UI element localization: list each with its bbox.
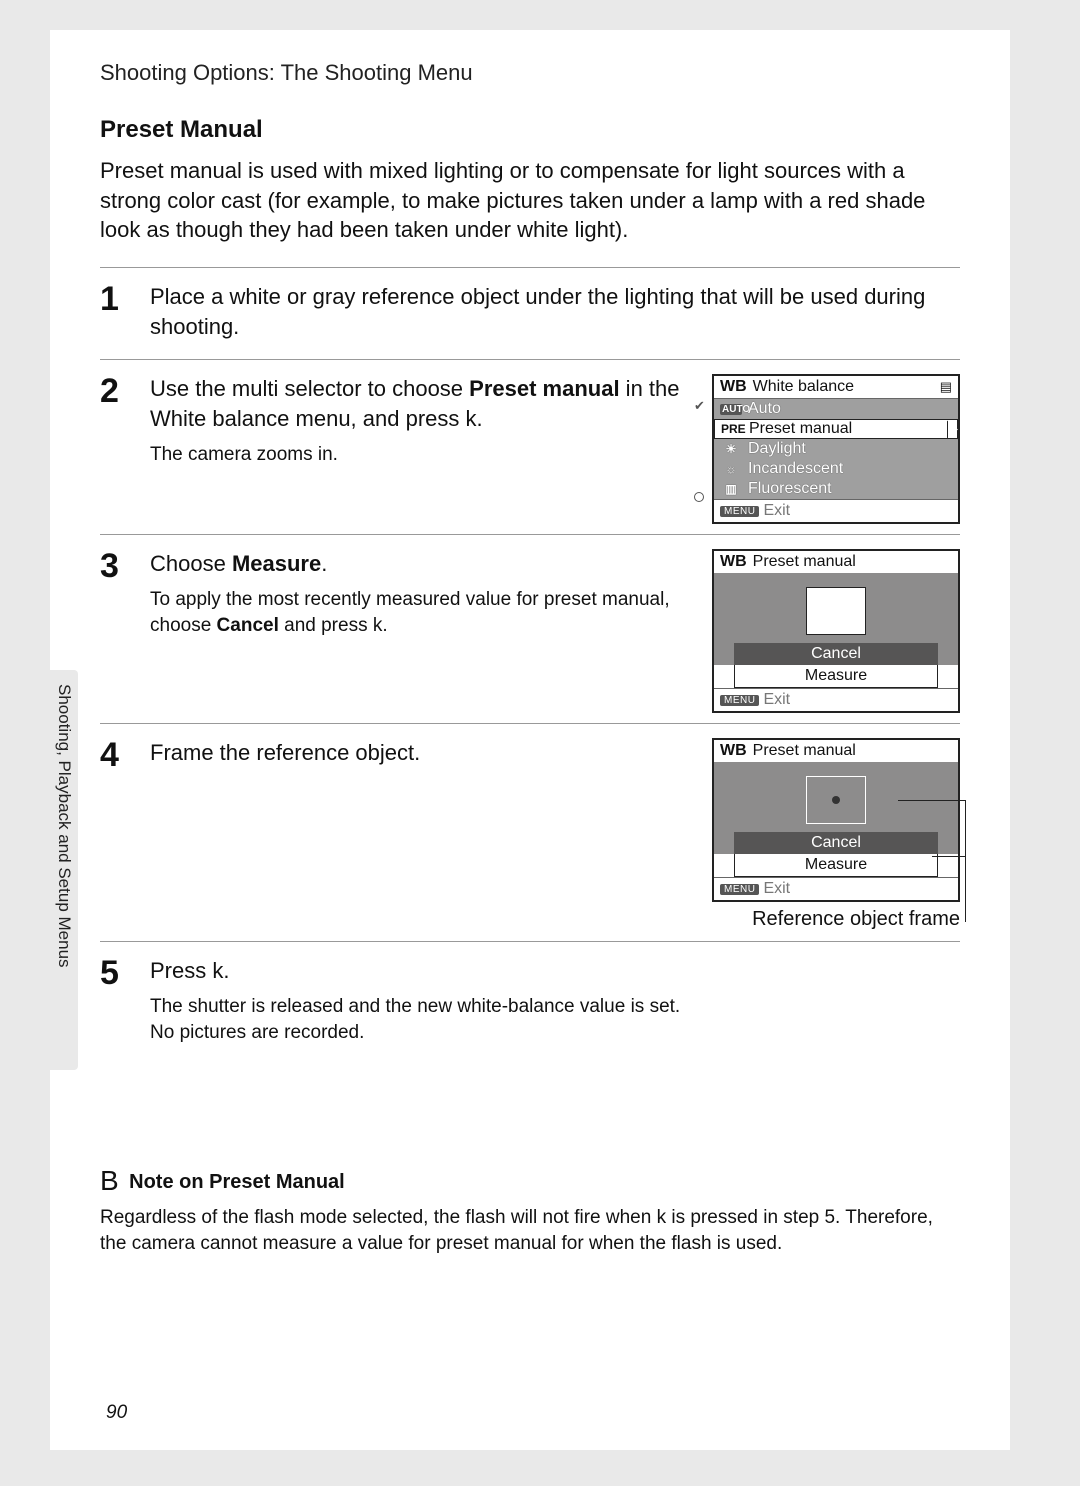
step-number: 5 xyxy=(100,956,134,990)
menu-item-incandescent[interactable]: ☼ Incandescent xyxy=(714,459,958,479)
step-note: To apply the most recently measured valu… xyxy=(150,587,698,638)
note-text: Regardless of the flash mode selected, t… xyxy=(100,1205,960,1256)
menu-item-daylight[interactable]: ☀ Daylight xyxy=(714,439,958,459)
step-text: Use the multi selector to choose xyxy=(150,376,469,401)
step-text-bold: Measure xyxy=(232,551,321,576)
step-text: Press xyxy=(150,958,212,983)
step-note-bold: Cancel xyxy=(217,615,279,636)
cancel-button[interactable]: Cancel xyxy=(734,643,938,665)
step-text-bold: Preset manual xyxy=(469,376,619,401)
intro-paragraph: Preset manual is used with mixed lightin… xyxy=(100,156,960,245)
step-title: Choose Measure. xyxy=(150,549,698,579)
wb-icon: WB xyxy=(720,378,747,396)
reference-frame-caption: Reference object frame xyxy=(712,908,960,931)
measure-button[interactable]: Measure xyxy=(734,854,938,877)
menu-item-label: Preset manual xyxy=(749,420,852,438)
ok-button-glyph: k xyxy=(373,615,383,636)
lcd-footer: MENU Exit xyxy=(714,499,958,522)
lcd-menu-list: AUTO Auto PRE Preset manual ☀ Daylight ☼ Inc… xyxy=(714,399,958,499)
wb-icon: WB xyxy=(720,742,747,760)
step-title: Press k. xyxy=(150,956,960,986)
scroll-indicator-icon xyxy=(694,492,704,502)
lcd-title: White balance xyxy=(753,378,854,396)
step-text: Choose xyxy=(150,551,232,576)
step-title: Use the multi selector to choose Preset … xyxy=(150,374,698,433)
step-note-text: and press xyxy=(279,615,373,636)
menu-item-auto[interactable]: AUTO Auto xyxy=(714,399,958,419)
lcd-header: WB Preset manual xyxy=(714,551,958,573)
lcd-reference-frame: WB Preset manual Cancel Measure xyxy=(712,738,960,902)
step-number: 1 xyxy=(100,282,134,316)
lcd-footer: MENU Exit xyxy=(714,877,958,900)
note-heading: Note on Preset Manual xyxy=(129,1171,345,1193)
step-number: 3 xyxy=(100,549,134,583)
section-heading: Preset Manual xyxy=(100,116,960,144)
step-title: Frame the reference object. xyxy=(150,738,698,768)
bulb-icon: ☼ xyxy=(720,462,742,476)
step-text: Place a white or gray reference object xyxy=(150,284,525,309)
ok-button-glyph: k xyxy=(466,406,477,431)
manual-page: Shooting, Playback and Setup Menus Shoot… xyxy=(50,30,1010,1450)
lcd-title: Preset manual xyxy=(753,553,856,571)
lcd-preset-manual: WB Preset manual Cancel Measure MENU Exi… xyxy=(712,549,960,713)
step-note-text: . xyxy=(382,615,387,636)
fluorescent-icon: ▥ xyxy=(720,482,742,496)
lcd-header: WB White balance ▤ xyxy=(714,376,958,399)
exit-label: Exit xyxy=(763,691,790,709)
measure-button[interactable]: Measure xyxy=(734,665,938,688)
cancel-button[interactable]: Cancel xyxy=(734,832,938,854)
exit-label: Exit xyxy=(763,502,790,520)
step-title: Place a white or gray reference object u… xyxy=(150,282,960,341)
menu-item-fluorescent[interactable]: ▥ Fluorescent xyxy=(714,479,958,499)
step-text: . xyxy=(477,406,483,431)
lcd-header: WB Preset manual xyxy=(714,740,958,762)
leader-line xyxy=(898,800,966,801)
menu-item-label: Daylight xyxy=(748,440,806,458)
step-text: . xyxy=(321,551,327,576)
ok-button-glyph: k xyxy=(657,1207,667,1228)
menu-item-label: Auto xyxy=(748,400,781,418)
step-5: 5 Press k. The shutter is released and t… xyxy=(100,941,960,1055)
preview-frame xyxy=(806,587,866,635)
ok-button-glyph: k xyxy=(212,958,223,983)
exit-label: Exit xyxy=(763,880,790,898)
lcd-preview-area: Cancel xyxy=(714,762,958,854)
side-tab: Shooting, Playback and Setup Menus xyxy=(50,670,78,1070)
step-2: 2 Use the multi selector to choose Prese… xyxy=(100,359,960,534)
check-icon: ✔ xyxy=(694,398,705,414)
step-number: 4 xyxy=(100,738,134,772)
step-1: 1 Place a white or gray reference object… xyxy=(100,267,960,359)
step-3: 3 Choose Measure. To apply the most rece… xyxy=(100,534,960,723)
step-note: The shutter is released and the new whit… xyxy=(150,994,960,1020)
lcd-preview-area: Cancel xyxy=(714,573,958,665)
menu-item-preset-manual[interactable]: PRE Preset manual xyxy=(714,419,958,439)
lcd-footer: MENU Exit xyxy=(714,688,958,711)
step-4: 4 Frame the reference object. WB Preset … xyxy=(100,723,960,941)
menu-icon: ▤ xyxy=(940,379,952,395)
note-text-part: Regardless of the flash mode selected, t… xyxy=(100,1207,657,1228)
wb-icon: WB xyxy=(720,553,747,571)
menu-badge-icon: MENU xyxy=(720,506,759,517)
menu-badge-icon: MENU xyxy=(720,695,759,706)
leader-line xyxy=(932,856,966,857)
breadcrumb: Shooting Options: The Shooting Menu xyxy=(100,60,960,86)
pre-icon: PRE xyxy=(721,422,743,436)
side-section-label: Shooting, Playback and Setup Menus xyxy=(56,684,74,1054)
sun-icon: ☀ xyxy=(720,442,742,456)
menu-item-label: Incandescent xyxy=(748,460,843,478)
note-icon: B xyxy=(100,1165,119,1196)
step-note: No pictures are recorded. xyxy=(150,1020,960,1046)
leader-line xyxy=(965,800,966,922)
step-number: 2 xyxy=(100,374,134,408)
menu-badge-icon: MENU xyxy=(720,884,759,895)
lcd-title: Preset manual xyxy=(753,742,856,760)
lcd-white-balance-menu: WB White balance ▤ AUTO Auto PRE Preset ma… xyxy=(712,374,960,524)
menu-item-label: Fluorescent xyxy=(748,480,832,498)
step-text: . xyxy=(223,958,229,983)
step-note: The camera zooms in. xyxy=(150,442,698,468)
note-on-preset-manual: B Note on Preset Manual Regardless of th… xyxy=(100,1165,960,1256)
auto-icon: AUTO xyxy=(720,404,742,415)
page-number: 90 xyxy=(106,1402,127,1424)
